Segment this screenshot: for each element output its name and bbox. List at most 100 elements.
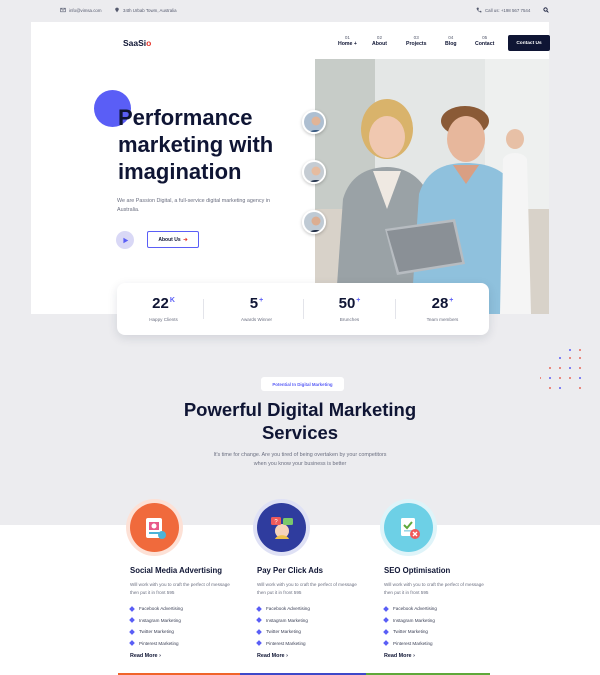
service-description: Will work with you to craft the perfect … — [384, 582, 484, 595]
list-item: Twitter Marketing — [383, 626, 437, 638]
list-item: Instagram Marketing — [383, 615, 437, 627]
diamond-bullet-icon — [129, 605, 135, 612]
list-item: Pinterest Marketing — [256, 638, 310, 650]
list-item-label: Instagram Marketing — [139, 617, 181, 623]
diamond-bullet-icon — [256, 628, 262, 635]
service-description: Will work with you to craft the perfect … — [257, 582, 357, 595]
list-item: Facebook Advertising — [383, 603, 437, 615]
diamond-bullet-icon — [383, 640, 389, 647]
stats-card: 22K Happy Clients 5+ Awards Winner 50+ B… — [117, 283, 489, 335]
nav-item-about[interactable]: 02 About — [372, 35, 387, 47]
services-background — [0, 525, 600, 675]
service-title: SEO Optimisation — [384, 566, 451, 575]
service-feature-list: Facebook Advertising Instagram Marketing… — [129, 603, 183, 649]
location-pin-icon — [115, 7, 119, 13]
about-us-label: About Us — [158, 236, 181, 243]
nav-item-blog[interactable]: 04 Blog — [445, 35, 457, 47]
services-title: Powerful Digital Marketing Services — [150, 398, 450, 444]
list-item-label: Pinterest Marketing — [139, 640, 179, 646]
service-title: Pay Per Click Ads — [257, 566, 324, 575]
topbar-address-text: 34th Urbab Towm, Australia — [123, 7, 177, 13]
nav-num: 01 — [344, 35, 350, 40]
nav-label: Projects — [406, 41, 427, 47]
search-icon — [543, 7, 549, 13]
hero-photo — [315, 59, 549, 314]
stat-label: Brunches — [339, 317, 360, 322]
top-bar: info@vimsa.com 34th Urbab Towm, Australi… — [0, 0, 600, 22]
nav-num: 03 — [413, 35, 419, 40]
stat-suffix: K — [169, 297, 175, 304]
hero-title-line: marketing with — [118, 132, 274, 157]
list-item-label: Instagram Marketing — [393, 617, 435, 623]
mail-icon — [60, 7, 66, 13]
service-description: Will work with you to craft the perfect … — [130, 582, 230, 595]
play-video-button[interactable] — [116, 231, 134, 249]
list-item-label: Pinterest Marketing — [266, 640, 306, 646]
read-more-label: Read More — [384, 653, 412, 659]
stat-label: Happy Clients — [149, 317, 178, 322]
play-icon — [122, 237, 128, 243]
nav-label: About — [372, 41, 387, 47]
divider — [203, 299, 204, 319]
stat-suffix: + — [449, 297, 454, 304]
nav-num: 02 — [376, 35, 383, 40]
nav-label: Blog — [445, 41, 457, 47]
list-item: Facebook Advertising — [129, 603, 183, 615]
service-feature-list: Facebook Advertising Instagram Marketing… — [383, 603, 437, 650]
stat-happy-clients: 22K Happy Clients — [117, 295, 210, 322]
logo[interactable]: SaaSio — [123, 38, 151, 48]
stat-brunches: 50+ Brunches — [303, 295, 396, 322]
social-media-icon — [130, 503, 179, 552]
avatar[interactable] — [302, 210, 326, 234]
logo-main: SaaSi — [123, 38, 147, 48]
about-us-button[interactable]: About Us — [147, 231, 199, 248]
nav-num: 05 — [482, 35, 488, 40]
read-more-link[interactable]: Read More › — [257, 653, 288, 659]
read-more-link[interactable]: Read More › — [384, 653, 415, 659]
list-item: Twitter Marketing — [129, 626, 183, 638]
chevron-right-icon: › — [286, 653, 288, 659]
read-more-link[interactable]: Read More › — [130, 653, 161, 659]
stat-awards: 5+ Awards Winner — [210, 295, 303, 322]
diamond-bullet-icon — [129, 640, 135, 647]
list-item: Pinterest Marketing — [383, 638, 437, 650]
topbar-email[interactable]: info@vimsa.com — [60, 7, 102, 13]
list-item-label: Facebook Advertising — [266, 606, 310, 612]
stat-suffix: + — [356, 297, 361, 304]
hero-section: SaaSio 01 Home + 02 About 03 Projects 04… — [31, 22, 550, 314]
search-button[interactable] — [543, 7, 549, 13]
services-title-line: Powerful Digital Marketing — [183, 399, 417, 420]
stat-value: 50 — [338, 295, 356, 312]
topbar-email-text: info@vimsa.com — [69, 7, 102, 13]
list-item: Twitter Marketing — [256, 626, 310, 638]
list-item-label: Twitter Marketing — [393, 629, 428, 635]
topbar-phone[interactable]: Call us: +198 567 7544 — [476, 7, 530, 13]
contact-us-button[interactable]: Contact Us — [508, 35, 550, 51]
list-item-label: Facebook Advertising — [139, 606, 183, 612]
avatar[interactable] — [302, 110, 326, 134]
nav-item-contact[interactable]: 05 Contact — [475, 35, 494, 47]
topbar-phone-text: Call us: +198 567 7544 — [485, 7, 531, 13]
seo-optimisation-icon — [384, 503, 433, 552]
list-item: Instagram Marketing — [129, 615, 183, 627]
list-item: Instagram Marketing — [256, 615, 310, 627]
diamond-bullet-icon — [256, 617, 262, 624]
avatar[interactable] — [302, 160, 326, 184]
stat-label: Awards Winner — [240, 317, 273, 322]
services-title-line: Services — [261, 422, 339, 443]
stat-label: Team members — [426, 317, 459, 322]
service-title: Social Media Advertising — [130, 566, 222, 575]
nav-item-projects[interactable]: 03 Projects — [406, 35, 426, 47]
logo-accent: o — [146, 38, 152, 48]
diamond-bullet-icon — [256, 640, 262, 647]
stat-value: 28 — [431, 295, 449, 312]
diamond-bullet-icon — [383, 617, 389, 624]
diamond-bullet-icon — [383, 628, 389, 635]
pay-per-click-icon: ? — [257, 503, 306, 552]
read-more-label: Read More — [257, 653, 285, 659]
nav-item-home[interactable]: 01 Home + — [338, 35, 357, 47]
diamond-bullet-icon — [256, 605, 262, 612]
nav-label: Contact — [475, 41, 495, 47]
service-feature-list: Facebook Advertising Instagram Marketing… — [256, 603, 310, 650]
chevron-right-icon: › — [159, 653, 161, 659]
